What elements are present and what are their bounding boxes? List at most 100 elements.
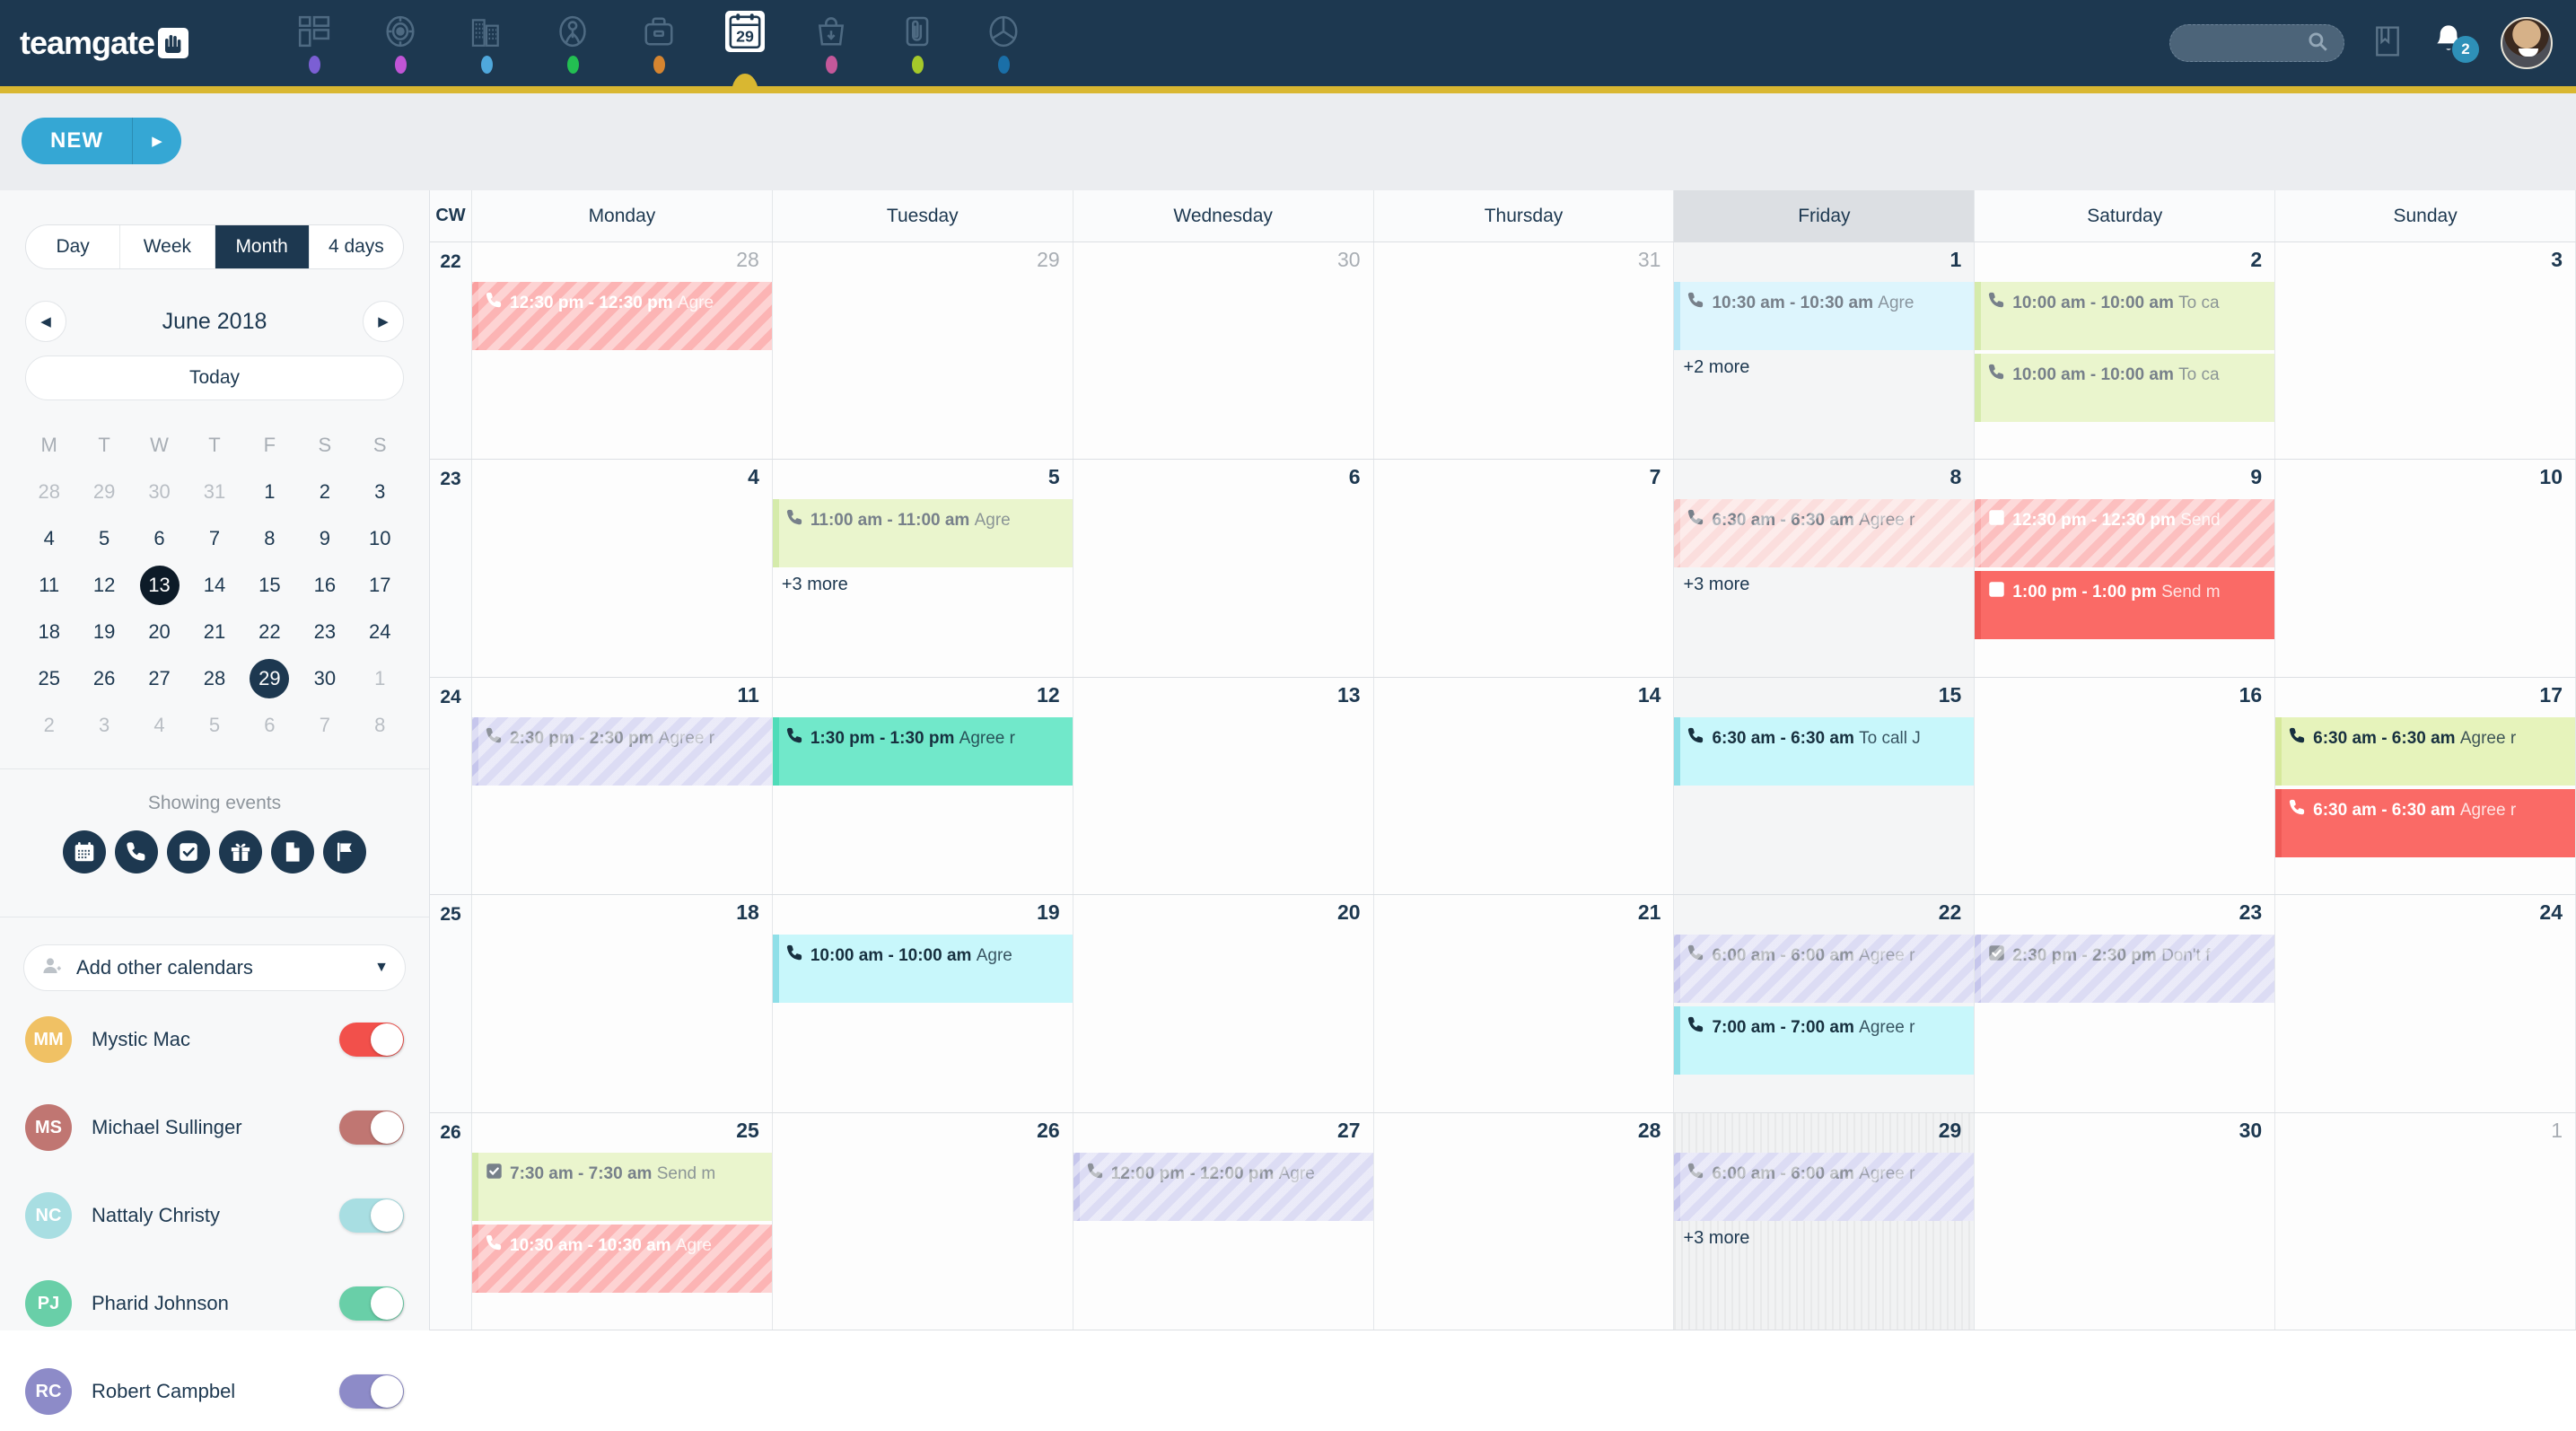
nav-item-leads[interactable]: [357, 0, 443, 86]
mini-cal-day[interactable]: 21: [187, 609, 241, 655]
nav-item-deals[interactable]: [616, 0, 702, 86]
user-visibility-toggle[interactable]: [339, 1111, 404, 1145]
calendar-day-cell[interactable]: 20: [1073, 895, 1374, 1112]
calendar-event[interactable]: 10:30 am - 10:30 am Agre: [1674, 282, 1975, 350]
mini-cal-day[interactable]: 13: [132, 562, 187, 609]
add-other-calendars-dropdown[interactable]: Add other calendars ▼: [23, 944, 406, 991]
mini-cal-day[interactable]: 6: [242, 702, 297, 749]
mini-cal-day[interactable]: 28: [187, 655, 241, 702]
calendar-event[interactable]: 7:00 am - 7:00 am Agree r: [1674, 1006, 1975, 1075]
mini-cal-day[interactable]: 19: [76, 609, 131, 655]
calendar-event[interactable]: 10:00 am - 10:00 am To ca: [1975, 354, 2275, 422]
mini-cal-day[interactable]: 15: [242, 562, 297, 609]
nav-item-documents[interactable]: [874, 0, 960, 86]
mini-cal-day[interactable]: 10: [353, 515, 407, 562]
calendar-day-cell[interactable]: 27 12:00 pm - 12:00 pm Agre: [1073, 1112, 1374, 1330]
chevron-down-icon[interactable]: ▼: [374, 960, 389, 976]
mini-cal-day[interactable]: 11: [22, 562, 76, 609]
calendar-day-cell[interactable]: 4: [472, 460, 773, 677]
nav-item-contacts[interactable]: [530, 0, 616, 86]
more-events-link[interactable]: +3 more: [1674, 567, 1974, 595]
tab-week[interactable]: Week: [120, 225, 215, 268]
calendar-day-cell[interactable]: 30: [1975, 1112, 2276, 1330]
chevron-right-icon[interactable]: ▶: [133, 133, 181, 149]
mini-cal-day[interactable]: 3: [76, 702, 131, 749]
nav-item-calendar[interactable]: 29: [702, 0, 788, 113]
calendar-day-cell[interactable]: 26: [772, 1112, 1073, 1330]
tab-month[interactable]: Month: [215, 225, 310, 268]
calendar-event[interactable]: 6:00 am - 6:00 am Agree r: [1674, 935, 1975, 1004]
mini-cal-day[interactable]: 7: [187, 515, 241, 562]
more-events-link[interactable]: +3 more: [1674, 1221, 1974, 1249]
mini-cal-day[interactable]: 5: [76, 515, 131, 562]
calendar-event[interactable]: 10:00 am - 10:00 am Agre: [772, 935, 1073, 1004]
calendar-event[interactable]: 1:30 pm - 1:30 pm Agree r: [772, 716, 1073, 786]
calendar-event[interactable]: 12:30 pm - 12:30 pm Send: [1975, 499, 2275, 568]
mini-cal-day[interactable]: 8: [353, 702, 407, 749]
mini-cal-day[interactable]: 26: [76, 655, 131, 702]
mini-cal-day[interactable]: 29: [76, 469, 131, 515]
calendar-day-cell[interactable]: 22 6:00 am - 6:00 am Agree r 7:00 am - 7:0…: [1674, 895, 1976, 1112]
nav-item-products[interactable]: [788, 0, 874, 86]
calendar-event[interactable]: 2:30 pm - 2:30 pm Don't f: [1975, 935, 2275, 1004]
new-button[interactable]: NEW ▶: [22, 118, 181, 164]
calendar-event[interactable]: 7:30 am - 7:30 am Send m: [472, 1152, 772, 1221]
mini-cal-day[interactable]: 4: [132, 702, 187, 749]
mini-cal-day[interactable]: 17: [353, 562, 407, 609]
calendar-event[interactable]: 12:00 pm - 12:00 pm Agre: [1073, 1152, 1373, 1221]
user-visibility-toggle[interactable]: [339, 1374, 404, 1409]
today-button[interactable]: Today: [25, 356, 404, 400]
mini-cal-day[interactable]: 30: [132, 469, 187, 515]
filter-flag-icon[interactable]: [323, 830, 366, 874]
filter-document-icon[interactable]: [271, 830, 314, 874]
user-avatar[interactable]: [2501, 17, 2553, 69]
calendar-event[interactable]: 12:30 pm - 12:30 pm Agre: [472, 282, 772, 350]
mini-cal-day[interactable]: 25: [22, 655, 76, 702]
calendar-day-cell[interactable]: 15 6:30 am - 6:30 am To call J: [1674, 677, 1976, 895]
calendar-event[interactable]: 6:30 am - 6:30 am Agree r: [2275, 716, 2576, 786]
calendar-day-cell[interactable]: 8 6:30 am - 6:30 am Agree r +3 more: [1674, 460, 1976, 677]
mini-cal-day[interactable]: 12: [76, 562, 131, 609]
search-input[interactable]: [2169, 24, 2344, 62]
nav-item-dashboard[interactable]: [271, 0, 357, 86]
calendar-day-cell[interactable]: 2 10:00 am - 10:00 am To ca 10:00 am - 10:…: [1975, 242, 2276, 460]
mini-cal-day[interactable]: 29: [242, 655, 297, 702]
calendar-day-cell[interactable]: 7: [1373, 460, 1675, 677]
filter-task-check-icon[interactable]: [167, 830, 210, 874]
mini-cal-day[interactable]: 18: [22, 609, 76, 655]
calendar-event[interactable]: 10:30 am - 10:30 am Agre: [472, 1224, 772, 1293]
mini-cal-day[interactable]: 24: [353, 609, 407, 655]
calendar-day-cell[interactable]: 29 6:00 am - 6:00 am Agree r +3 more: [1674, 1112, 1976, 1330]
calendar-day-cell[interactable]: 16: [1975, 677, 2276, 895]
calendar-day-cell[interactable]: 3: [2275, 242, 2576, 460]
mini-cal-day[interactable]: 22: [242, 609, 297, 655]
mini-cal-day[interactable]: 20: [132, 609, 187, 655]
calendar-day-cell[interactable]: 11 2:30 pm - 2:30 pm Agree r: [472, 677, 773, 895]
calendar-day-cell[interactable]: 1 10:30 am - 10:30 am Agre +2 more: [1674, 242, 1976, 460]
calendar-event[interactable]: 6:30 am - 6:30 am To call J: [1674, 716, 1975, 786]
mini-cal-day[interactable]: 4: [22, 515, 76, 562]
calendar-day-cell[interactable]: 21: [1373, 895, 1675, 1112]
calendar-day-cell[interactable]: 23 2:30 pm - 2:30 pm Don't f: [1975, 895, 2276, 1112]
calendar-event[interactable]: 6:30 am - 6:30 am Agree r: [2275, 788, 2576, 857]
mini-cal-day[interactable]: 2: [297, 469, 352, 515]
next-month-button[interactable]: ▶: [363, 301, 404, 342]
calendar-day-cell[interactable]: 28 12:30 pm - 12:30 pm Agre: [472, 242, 773, 460]
calendar-day-cell[interactable]: 1: [2275, 1112, 2576, 1330]
user-visibility-toggle[interactable]: [339, 1286, 404, 1321]
calendar-day-cell[interactable]: 30: [1073, 242, 1374, 460]
mini-cal-day[interactable]: 30: [297, 655, 352, 702]
mini-cal-day[interactable]: 23: [297, 609, 352, 655]
mini-cal-day[interactable]: 3: [353, 469, 407, 515]
mini-cal-day[interactable]: 28: [22, 469, 76, 515]
calendar-day-cell[interactable]: 10: [2275, 460, 2576, 677]
calendar-event[interactable]: 1:00 pm - 1:00 pm Send m: [1975, 571, 2275, 640]
calendar-day-cell[interactable]: 13: [1073, 677, 1374, 895]
prev-month-button[interactable]: ◀: [25, 301, 66, 342]
notifications-bell[interactable]: 2: [2431, 22, 2479, 65]
calendar-day-cell[interactable]: 24: [2275, 895, 2576, 1112]
filter-calendar-icon[interactable]: [63, 830, 106, 874]
calendar-day-cell[interactable]: 6: [1073, 460, 1374, 677]
calendar-day-cell[interactable]: 28: [1373, 1112, 1675, 1330]
mini-cal-day[interactable]: 1: [242, 469, 297, 515]
